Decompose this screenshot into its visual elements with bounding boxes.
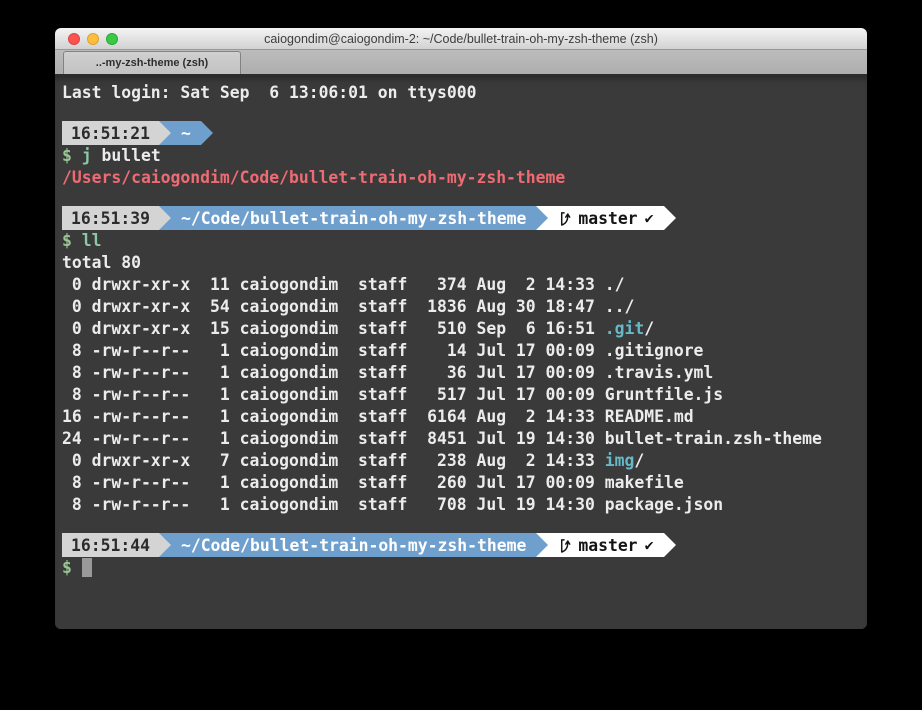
text-cursor [82,558,92,577]
file-meta: 8 -rw-r--r-- 1 caiogondim staff 14 Jul 1… [62,341,605,360]
file-name: bullet-train.zsh-theme [605,429,822,448]
prompt-dir: ~ [181,124,191,143]
file-name: ./ [605,275,625,294]
prompt-char: $ [62,231,72,250]
powerline-arrow-icon [201,121,213,145]
prompt-dir: ~/Code/bullet-train-oh-my-zsh-theme [181,209,526,228]
git-branch-icon [558,537,571,554]
prompt-char: $ [62,146,72,165]
file-meta: 8 -rw-r--r-- 1 caiogondim staff 260 Jul … [62,473,605,492]
file-meta: 8 -rw-r--r-- 1 caiogondim staff 708 Jul … [62,495,605,514]
file-row: 8 -rw-r--r-- 1 caiogondim staff 260 Jul … [62,472,867,494]
file-name: ../ [605,297,635,316]
command-text: j [72,146,92,165]
shell-prompt: 16:51:44 ~/Code/bullet-train-oh-my-zsh-t… [62,533,867,557]
file-row: 0 drwxr-xr-x 7 caiogondim staff 238 Aug … [62,450,867,472]
file-name: .travis.yml [605,363,714,382]
prompt-char: $ [62,558,72,577]
file-meta: 0 drwxr-xr-x 15 caiogondim staff 510 Sep… [62,319,605,338]
file-name: .gitignore [605,341,704,360]
file-row: 16 -rw-r--r-- 1 caiogondim staff 6164 Au… [62,406,867,428]
file-row: 8 -rw-r--r-- 1 caiogondim staff 708 Jul … [62,494,867,516]
traffic-lights [68,28,118,49]
command-line: $ j bullet [62,145,867,167]
file-suffix: / [634,451,644,470]
input-line[interactable]: $ [62,557,867,579]
file-meta: 0 drwxr-xr-x 11 caiogondim staff 374 Aug… [62,275,605,294]
file-row: 8 -rw-r--r-- 1 caiogondim staff 14 Jul 1… [62,340,867,362]
file-meta: 8 -rw-r--r-- 1 caiogondim staff 36 Jul 1… [62,363,605,382]
tab-zsh[interactable]: ..-my-zsh-theme (zsh) [63,51,241,74]
output-path-line: /Users/caiogondim/Code/bullet-train-oh-m… [62,167,867,189]
prompt-dir-segment: ~/Code/bullet-train-oh-my-zsh-theme [171,533,536,557]
prompt-dir-segment: ~ [171,121,201,145]
prompt-dir: ~/Code/bullet-train-oh-my-zsh-theme [181,536,526,555]
prompt-dir-segment: ~/Code/bullet-train-oh-my-zsh-theme [171,206,536,230]
git-branch-name: master [578,536,637,555]
total-line: total 80 [62,252,867,274]
prompt-git-segment: master ✔ [548,206,663,230]
prompt-time-segment: 16:51:21 [62,121,159,145]
shell-prompt: 16:51:21 ~ [62,121,867,145]
file-meta: 8 -rw-r--r-- 1 caiogondim staff 517 Jul … [62,385,605,404]
prompt-time-segment: 16:51:39 [62,206,159,230]
file-row: 8 -rw-r--r-- 1 caiogondim staff 36 Jul 1… [62,362,867,384]
title-bar[interactable]: caiogondim@caiogondim-2: ~/Code/bullet-t… [55,28,867,50]
terminal-screen[interactable]: Last login: Sat Sep 6 13:06:01 on ttys00… [55,76,867,629]
close-button-icon[interactable] [68,33,80,45]
file-row: 0 drwxr-xr-x 15 caiogondim staff 510 Sep… [62,318,867,340]
prompt-time-segment: 16:51:44 [62,533,159,557]
file-row: 24 -rw-r--r-- 1 caiogondim staff 8451 Ju… [62,428,867,450]
file-name: README.md [605,407,694,426]
terminal-window: caiogondim@caiogondim-2: ~/Code/bullet-t… [55,28,867,629]
file-name: Gruntfile.js [605,385,723,404]
command-text: ll [72,231,102,250]
file-suffix: / [644,319,654,338]
git-clean-check-icon: ✔ [645,209,654,227]
command-line: $ ll [62,230,867,252]
minimize-button-icon[interactable] [87,33,99,45]
file-row: 0 drwxr-xr-x 54 caiogondim staff 1836 Au… [62,296,867,318]
file-name: .git [605,319,644,338]
zoom-button-icon[interactable] [106,33,118,45]
prompt-time: 16:51:39 [71,209,150,228]
file-name: img [605,451,635,470]
file-meta: 24 -rw-r--r-- 1 caiogondim staff 8451 Ju… [62,429,605,448]
window-title: caiogondim@caiogondim-2: ~/Code/bullet-t… [264,32,658,46]
tab-label: ..-my-zsh-theme (zsh) [96,57,208,69]
powerline-arrow-icon [159,533,171,557]
prompt-time: 16:51:21 [71,124,150,143]
file-row: 8 -rw-r--r-- 1 caiogondim staff 517 Jul … [62,384,867,406]
powerline-arrow-icon [159,121,171,145]
file-name: makefile [605,473,684,492]
prompt-time: 16:51:44 [71,536,150,555]
git-branch-icon [558,210,571,227]
file-name: package.json [605,495,723,514]
git-branch-name: master [578,209,637,228]
command-arg: bullet [92,146,161,165]
shell-prompt: 16:51:39 ~/Code/bullet-train-oh-my-zsh-t… [62,206,867,230]
powerline-arrow-icon [536,206,548,230]
file-meta: 0 drwxr-xr-x 54 caiogondim staff 1836 Au… [62,297,605,316]
powerline-arrow-icon [664,206,676,230]
powerline-arrow-icon [536,533,548,557]
tab-bar: ..-my-zsh-theme (zsh) [55,50,867,76]
file-meta: 0 drwxr-xr-x 7 caiogondim staff 238 Aug … [62,451,605,470]
powerline-arrow-icon [664,533,676,557]
last-login-line: Last login: Sat Sep 6 13:06:01 on ttys00… [62,82,867,104]
file-row: 0 drwxr-xr-x 11 caiogondim staff 374 Aug… [62,274,867,296]
file-meta: 16 -rw-r--r-- 1 caiogondim staff 6164 Au… [62,407,605,426]
powerline-arrow-icon [159,206,171,230]
git-clean-check-icon: ✔ [645,536,654,554]
prompt-git-segment: master ✔ [548,533,663,557]
